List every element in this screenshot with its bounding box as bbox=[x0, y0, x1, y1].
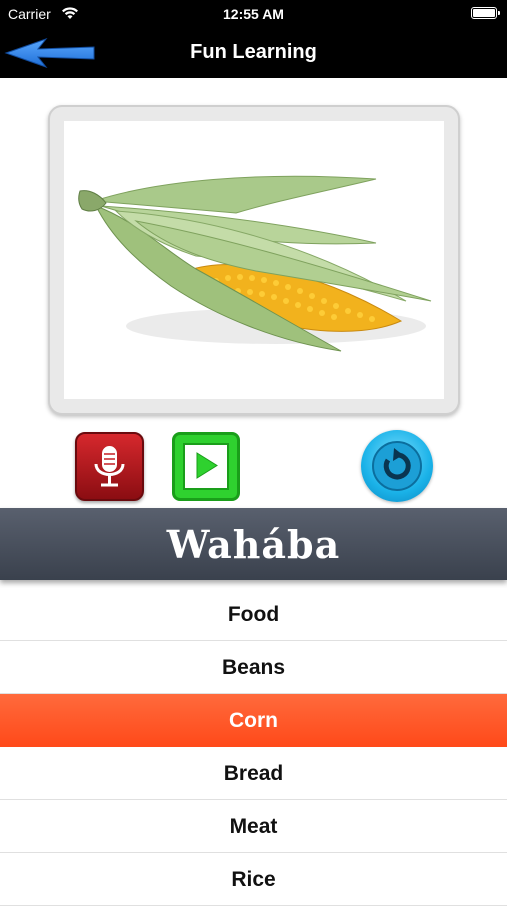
status-bar: Carrier 12:55 AM bbox=[0, 0, 507, 28]
play-button-face bbox=[183, 443, 229, 490]
play-icon bbox=[196, 452, 218, 479]
list-item-rice[interactable]: Rice bbox=[0, 853, 507, 906]
refresh-button[interactable] bbox=[361, 430, 433, 502]
list-item-meat[interactable]: Meat bbox=[0, 800, 507, 853]
list-item-food[interactable]: Food bbox=[0, 588, 507, 641]
battery-icon bbox=[471, 7, 500, 19]
translated-word: Wahába bbox=[166, 522, 341, 567]
list-item-corn[interactable]: Corn bbox=[0, 694, 507, 747]
list-item-beans[interactable]: Beans bbox=[0, 641, 507, 694]
record-button[interactable] bbox=[75, 432, 144, 501]
image-frame bbox=[64, 121, 444, 399]
word-list: Food Beans Corn Bread Meat Rice bbox=[0, 588, 507, 906]
navigation-bar: Fun Learning bbox=[0, 28, 507, 78]
microphone-icon bbox=[94, 446, 125, 487]
page-title: Fun Learning bbox=[190, 41, 317, 63]
clock: 12:55 AM bbox=[223, 6, 284, 22]
play-button[interactable] bbox=[172, 432, 240, 501]
corn-image bbox=[78, 175, 432, 352]
list-item-bread[interactable]: Bread bbox=[0, 747, 507, 800]
image-card bbox=[48, 105, 460, 415]
refresh-icon bbox=[372, 441, 422, 491]
word-banner: Wahába bbox=[0, 508, 507, 580]
